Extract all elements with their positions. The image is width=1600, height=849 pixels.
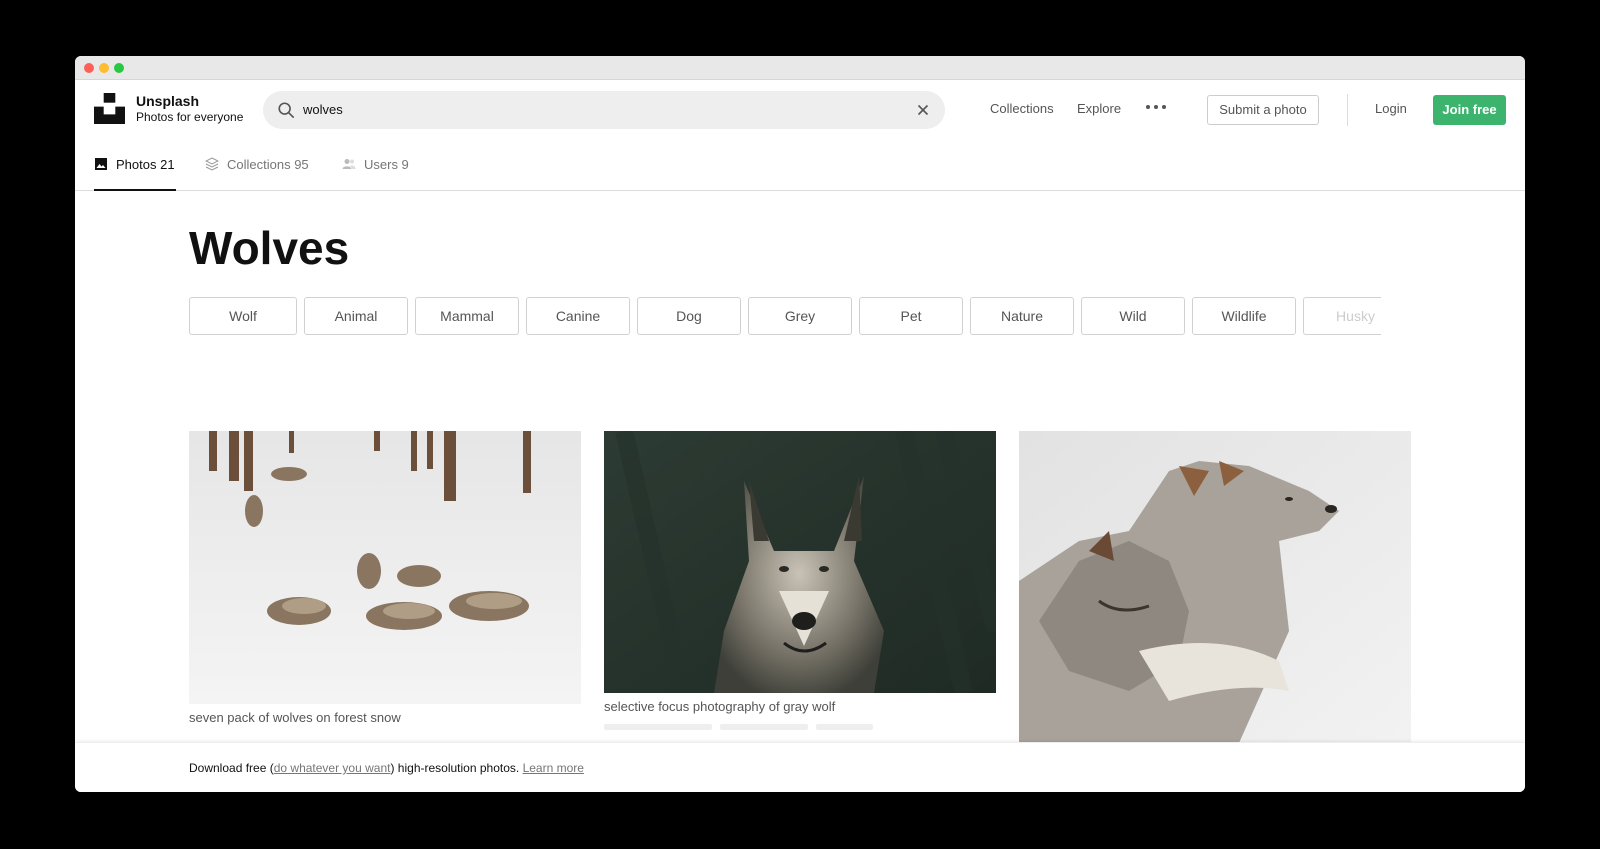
brand-tagline: Photos for everyone [136,110,244,124]
tag-chip[interactable]: Mammal [415,297,519,335]
tag-chip[interactable]: Husky [1303,297,1381,335]
more-options-icon[interactable] [1144,99,1168,115]
license-link[interactable]: do whatever you want [274,761,391,775]
tab-collections[interactable]: Collections 95 [205,138,309,190]
stack-icon [205,157,219,171]
join-free-button[interactable]: Join free [1433,95,1506,125]
search-icon [278,102,295,119]
tag-chip[interactable]: Wildlife [1192,297,1296,335]
two-wolves-image [1019,431,1411,743]
tag-chip[interactable]: Nature [970,297,1074,335]
banner-text: Download free (do whatever you want) hig… [189,761,584,775]
photo-tag-placeholder [604,724,712,730]
nav-explore-link[interactable]: Explore [1077,101,1121,116]
banner-prefix: Download free ( [189,761,274,775]
clear-search-icon[interactable] [915,102,931,118]
tag-chip[interactable]: Wolf [189,297,297,335]
search-input[interactable]: wolves [303,102,343,117]
related-tags: Wolf Animal Mammal Canine Dog Grey Pet N… [189,297,1381,335]
brand-name[interactable]: Unsplash [136,93,199,109]
close-window-button[interactable] [84,63,94,73]
gray-wolf-image [604,431,996,693]
learn-more-link[interactable]: Learn more [523,761,584,775]
tag-chip[interactable]: Canine [526,297,630,335]
header-divider [1347,94,1348,126]
maximize-window-button[interactable] [114,63,124,73]
photo-gray-wolf[interactable] [604,431,996,693]
title-bar [75,56,1525,80]
photo-caption: seven pack of wolves on forest snow [189,710,401,725]
tag-chip[interactable]: Grey [748,297,852,335]
tab-collections-label: Collections 95 [227,156,309,172]
tab-photos[interactable]: Photos 21 [94,138,176,191]
tag-chip[interactable]: Wild [1081,297,1185,335]
tag-chip[interactable]: Dog [637,297,741,335]
submit-photo-button[interactable]: Submit a photo [1207,95,1319,125]
tab-users[interactable]: Users 9 [342,138,409,190]
banner-middle: ) high-resolution photos. [390,761,520,775]
users-icon [342,159,356,169]
search-tabs: Photos 21 Collections 95 Users 9 [75,138,1525,191]
download-banner: Download free (do whatever you want) hig… [75,742,1525,792]
image-icon [95,158,107,170]
search-bar[interactable]: wolves [263,91,945,129]
site-header: Unsplash Photos for everyone wolves Coll… [75,80,1525,138]
tag-chip[interactable]: Animal [304,297,408,335]
page-title: Wolves [189,222,350,274]
nav-collections-link[interactable]: Collections [990,101,1054,116]
photo-tag-placeholder [816,724,873,730]
login-link[interactable]: Login [1375,101,1407,116]
tag-chip[interactable]: Pet [859,297,963,335]
browser-window: Unsplash Photos for everyone wolves Coll… [75,56,1525,792]
wolf-pack-image [189,431,581,704]
tab-users-label: Users 9 [364,156,409,172]
photo-tag-placeholder [720,724,808,730]
photo-wolf-pack[interactable] [189,431,581,704]
photo-two-wolves[interactable] [1019,431,1411,743]
tab-photos-label: Photos 21 [116,156,175,172]
unsplash-logo-icon[interactable] [94,93,125,124]
minimize-window-button[interactable] [99,63,109,73]
photo-caption: selective focus photography of gray wolf [604,699,836,714]
